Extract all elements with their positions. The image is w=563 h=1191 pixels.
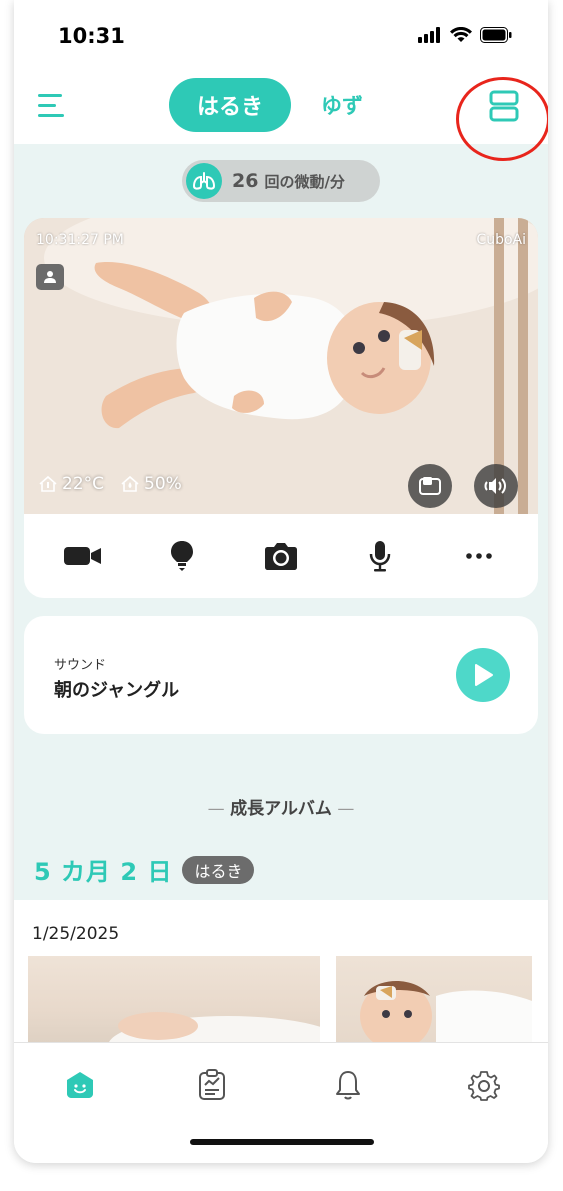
breathing-rate-badge[interactable]: 26 回の微動/分 [182,160,380,202]
lungs-icon [186,163,222,199]
status-bar: 10:31 [14,0,548,70]
child-age: 5 カ月 2 日 [34,858,173,886]
breathing-rate-unit: 回の微動/分 [264,172,345,191]
tab-home[interactable] [62,1067,98,1103]
hamburger-menu-icon [38,94,64,117]
tab-report[interactable] [194,1067,230,1103]
tab-notifications[interactable] [330,1067,366,1103]
snapshot-button[interactable] [257,532,305,580]
person-icon [44,271,56,283]
home-indicator [190,1139,374,1145]
picture-in-picture-icon [419,477,441,495]
camera-icon [264,543,297,570]
user-profile-chip[interactable] [36,264,64,290]
temperature-value: 22°C [62,474,105,494]
battery-icon [480,27,512,43]
camera-live-view[interactable]: 10:31:27 PM CuboAi 22°C 50% [24,218,538,514]
sound-card[interactable]: サウンド 朝のジャングル [24,616,538,734]
baby-image [24,218,538,514]
highlight-circle-annotation [456,77,548,161]
menu-button[interactable] [38,92,70,120]
child-name-badge: はるき [182,855,255,884]
camera-controls [24,514,538,598]
growth-album-title: 成長アルバム [230,799,332,819]
album-photo-thumbnail[interactable] [28,956,348,1076]
sound-label: サウンド [54,658,107,673]
speaker-button[interactable] [474,464,518,508]
humidity-reading: 50% [120,474,182,494]
temperature-home-icon [39,475,57,492]
light-bulb-icon [171,541,194,571]
camera-brand-watermark: CuboAi [476,232,526,248]
microphone-icon [369,541,391,572]
record-video-button[interactable] [59,532,107,580]
tab-settings[interactable] [466,1067,502,1103]
speaker-icon [484,478,506,494]
album-photo-image [360,981,532,1046]
more-icon [465,553,492,559]
picture-in-picture-button[interactable] [408,464,452,508]
night-light-button[interactable] [158,532,206,580]
phone-screen: 10:31 はるき ゆず 26 回の微動/分 10:31:27 PM CuboA… [14,0,548,1163]
camera-card: 10:31:27 PM CuboAi 22°C 50% [24,218,538,598]
bottom-tab-bar [14,1042,548,1163]
temperature-reading: 22°C [38,474,104,494]
tab-child-yuzu[interactable]: ゆず [321,90,363,120]
album-entry-date: 1/25/2025 [32,924,120,944]
report-icon [199,1069,225,1100]
video-icon [64,547,102,565]
status-time: 10:31 [58,24,125,48]
tab-child-haruki[interactable]: はるき [169,78,291,132]
home-icon [67,1072,93,1098]
talk-button[interactable] [356,532,404,580]
humidity-home-icon [121,475,139,492]
status-icons [418,27,512,43]
environment-readings: 22°C 50% [38,474,182,494]
camera-timestamp: 10:31:27 PM [36,232,124,248]
humidity-value: 50% [144,474,182,494]
child-age-row: 5 カ月 2 日 はるき [34,852,255,887]
album-photo-thumbnail[interactable] [336,956,532,1046]
growth-album-heading: — 成長アルバム — [207,799,355,819]
more-options-button[interactable] [455,532,503,580]
app-header: はるき ゆず [14,70,548,161]
wifi-icon [450,27,472,42]
play-sound-button[interactable] [456,648,510,702]
notification-bell-icon [336,1071,360,1100]
breathing-rate-value: 26 [232,170,259,192]
album-photo-image [108,1012,348,1076]
child-tabs: はるき ゆず [169,78,363,132]
sound-title: 朝のジャングル [54,680,180,701]
play-icon [475,664,493,686]
settings-gear-icon [468,1071,500,1101]
signal-icon [418,27,440,43]
